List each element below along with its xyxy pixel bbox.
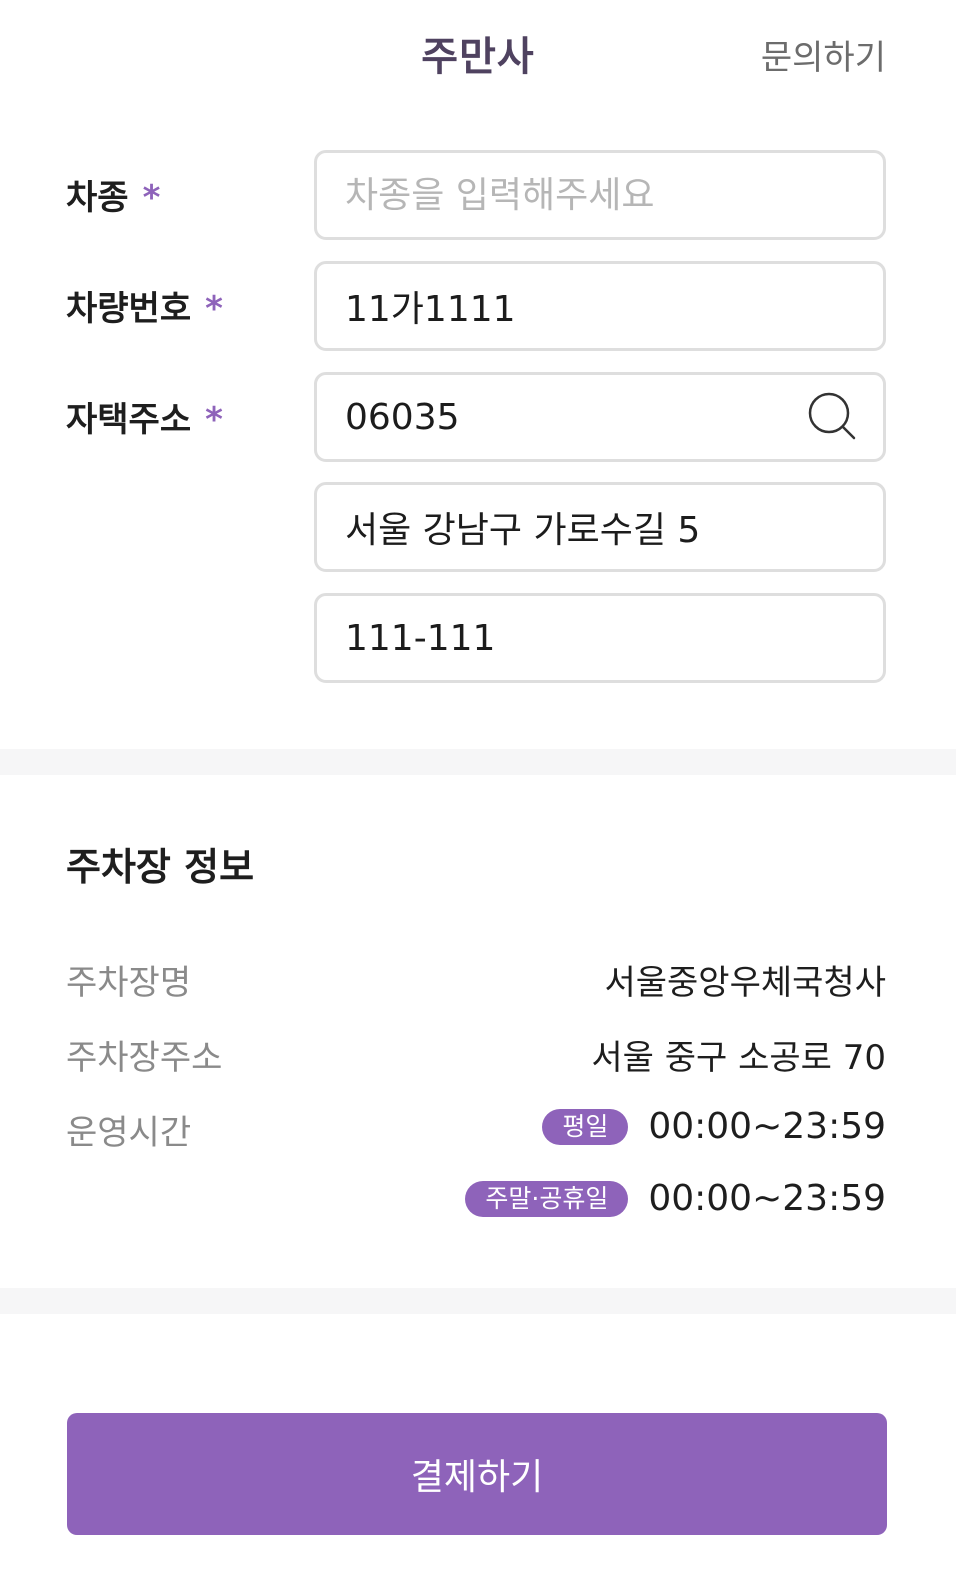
home-address-label-text: 자택주소 [66, 400, 192, 440]
parking-address-label: 주차장주소 [66, 1038, 223, 1078]
section-divider [0, 749, 956, 775]
weekend-hours: 00:00~23:59 [648, 1178, 886, 1219]
weekend-hours-row: 주말·공휴일 00:00~23:59 [465, 1178, 886, 1219]
address-detail-input[interactable] [314, 593, 886, 683]
car-model-input[interactable] [314, 150, 886, 240]
address-input[interactable] [314, 482, 886, 572]
parking-info-title: 주차장 정보 [66, 845, 255, 889]
weekday-hours: 00:00~23:59 [648, 1106, 886, 1147]
parking-name-label: 주차장명 [66, 963, 192, 1003]
postal-code-input[interactable] [314, 372, 886, 462]
car-model-label-text: 차종 [66, 178, 129, 218]
weekend-badge: 주말·공휴일 [465, 1180, 629, 1217]
home-address-label: 자택주소 * [66, 392, 223, 441]
parking-address-value: 서울 중구 소공로 70 [591, 1038, 886, 1078]
inquiry-link[interactable]: 문의하기 [761, 30, 886, 79]
weekday-hours-row: 평일 00:00~23:59 [542, 1106, 886, 1147]
plate-number-input[interactable] [314, 261, 886, 351]
required-mark: * [142, 178, 161, 218]
plate-number-label-text: 차량번호 [66, 289, 192, 329]
weekday-badge: 평일 [542, 1108, 629, 1145]
pay-button[interactable]: 결제하기 [67, 1413, 887, 1535]
car-model-label: 차종 * [66, 170, 160, 219]
plate-number-label: 차량번호 * [66, 281, 223, 330]
search-icon[interactable] [806, 390, 858, 442]
payment-page: 주만사 문의하기 차종* 차량번호* 자택주소* 주차장 정보 주차장명 서울중… [0, 0, 966, 1588]
parking-name-value: 서울중앙우체국청사 [604, 963, 886, 1003]
section-divider [0, 1288, 956, 1314]
required-mark: * [205, 289, 223, 329]
operating-hours-label: 운영시간 [66, 1113, 192, 1153]
required-mark: * [205, 400, 223, 440]
